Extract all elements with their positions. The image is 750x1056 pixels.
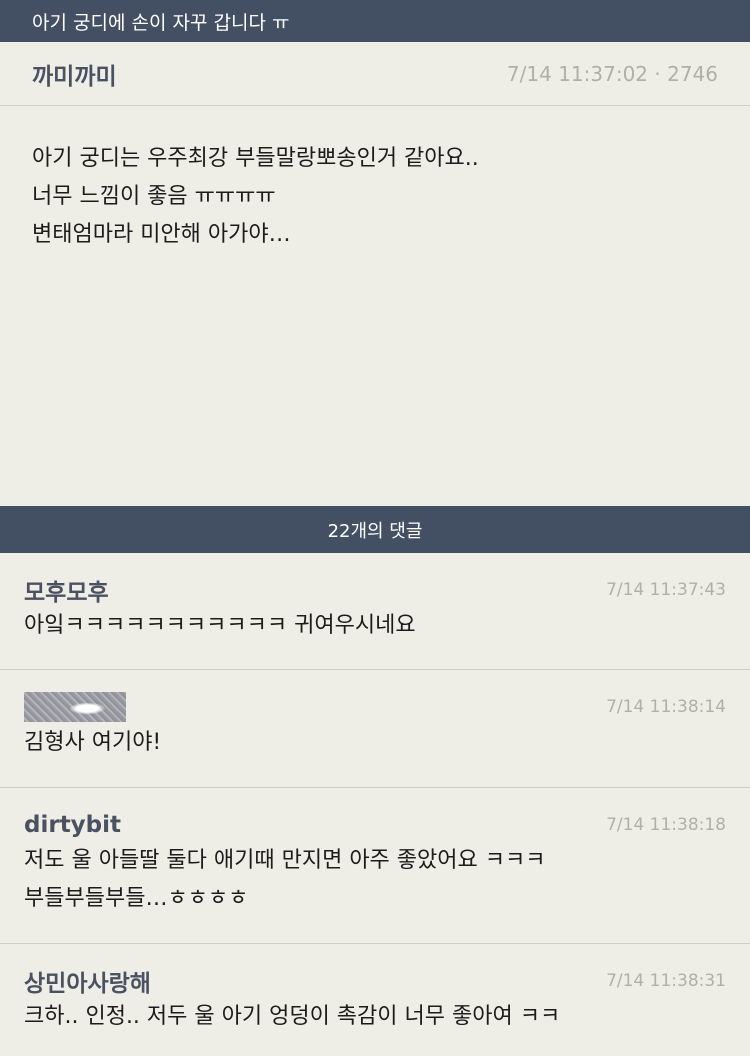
post-title-bar: 아기 궁디에 손이 자꾸 갑니다 ㅠ xyxy=(0,0,750,42)
post-line: 변태엄마라 미안해 아가야… xyxy=(32,222,291,247)
comment-author[interactable]: 모후모후 xyxy=(24,573,109,607)
comment-text: 저도 울 아들딸 둘다 애기때 만지면 아주 좋았어요 ㅋㅋㅋ xyxy=(24,848,546,873)
post-line: 너무 느낌이 좋음 ㅠㅠㅠㅠ xyxy=(32,184,276,209)
comment-item: dirtybit 7/14 11:38:18 저도 울 아들딸 둘다 애기때 만… xyxy=(0,788,750,944)
comment-author[interactable]: dirtybit xyxy=(24,812,121,838)
comment-count-bar[interactable]: 22개의 댓글 xyxy=(0,506,750,553)
comment-item: 상민아사랑해 7/14 11:38:31 크하.. 인정.. 저두 울 아기 엉… xyxy=(0,944,750,1056)
comment-item: 모후모후 7/14 11:37:43 아잌ㅋㅋㅋㅋㅋㅋㅋㅋㅋㅋㅋ 귀여우시네요 xyxy=(0,553,750,670)
post-body: 아기 궁디는 우주최강 부들말랑뽀송인거 같아요.. 너무 느낌이 좋음 ㅠㅠㅠ… xyxy=(0,106,750,506)
comment-text: 크하.. 인정.. 저두 울 아기 엉덩이 촉감이 너무 좋아여 ㅋㅋ xyxy=(24,1004,561,1029)
comment-time: 7/14 11:38:18 xyxy=(606,815,726,835)
comment-list: 모후모후 7/14 11:37:43 아잌ㅋㅋㅋㅋㅋㅋㅋㅋㅋㅋㅋ 귀여우시네요 … xyxy=(0,553,750,1056)
comment-count-label: 22개의 댓글 xyxy=(327,520,423,542)
post-meta: 7/14 11:37:02 · 2746 xyxy=(506,61,718,86)
comment-time: 7/14 11:37:43 xyxy=(606,580,726,600)
comment-author[interactable]: 상민아사랑해 xyxy=(24,964,151,998)
post-header: 까미까미 7/14 11:37:02 · 2746 xyxy=(0,42,750,106)
comment-time: 7/14 11:38:14 xyxy=(606,697,726,717)
comment-text: 김형사 여기야! xyxy=(24,730,162,755)
comment-item: 7/14 11:38:14 김형사 여기야! xyxy=(0,670,750,788)
comment-time: 7/14 11:38:31 xyxy=(606,971,726,991)
post-line: 아기 궁디는 우주최강 부들말랑뽀송인거 같아요.. xyxy=(32,146,479,171)
post-author[interactable]: 까미까미 xyxy=(32,57,117,91)
blurred-author-name xyxy=(24,692,126,722)
post-title: 아기 궁디에 손이 자꾸 갑니다 ㅠ xyxy=(32,11,290,34)
comment-text: 아잌ㅋㅋㅋㅋㅋㅋㅋㅋㅋㅋㅋ 귀여우시네요 xyxy=(24,613,416,638)
comment-text: 부들부들부들…ㅎㅎㅎㅎ xyxy=(24,886,249,911)
